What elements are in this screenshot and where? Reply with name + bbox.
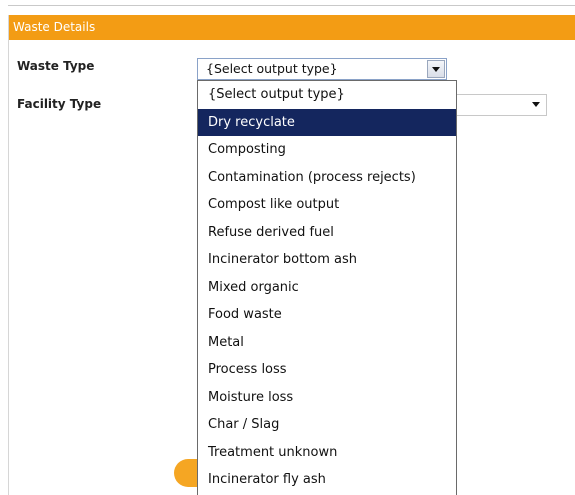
dropdown-option[interactable]: Moisture loss (198, 384, 456, 412)
dropdown-option[interactable]: Composting (198, 136, 456, 164)
dropdown-option[interactable]: {Select output type} (198, 81, 456, 109)
dropdown-toggle-button[interactable] (427, 60, 445, 78)
waste-type-selected-value: {Select output type} (206, 61, 338, 76)
waste-type-label: Waste Type (17, 59, 95, 73)
dropdown-option[interactable]: Refuse derived fuel (198, 219, 456, 247)
facility-type-select[interactable] (447, 94, 547, 116)
dropdown-option[interactable]: Incinerator bottom ash (198, 246, 456, 274)
waste-type-options-list[interactable]: {Select output type} Dry recyclate Compost… (197, 80, 457, 495)
dropdown-option[interactable]: Food waste (198, 301, 456, 329)
chevron-down-icon[interactable] (532, 102, 540, 107)
dropdown-option[interactable]: Metal (198, 329, 456, 357)
dropdown-option[interactable]: Process loss (198, 356, 456, 384)
dropdown-option[interactable]: Char / Slag (198, 411, 456, 439)
facility-type-label: Facility Type (17, 97, 102, 111)
chevron-down-icon (432, 67, 440, 72)
waste-type-select[interactable]: {Select output type} (197, 58, 447, 80)
dropdown-option[interactable]: Compost like output (198, 191, 456, 219)
panel-header: Waste Details (9, 15, 575, 40)
dropdown-option[interactable]: Contamination (process rejects) (198, 164, 456, 192)
top-divider (8, 5, 575, 6)
dropdown-option[interactable]: Dry recyclate (198, 108, 456, 136)
dropdown-option[interactable]: Incinerator fly ash (198, 466, 456, 494)
panel-title: Waste Details (13, 20, 96, 34)
dropdown-option[interactable]: Treatment unknown (198, 439, 456, 467)
dropdown-option[interactable]: Mixed organic (198, 274, 456, 302)
